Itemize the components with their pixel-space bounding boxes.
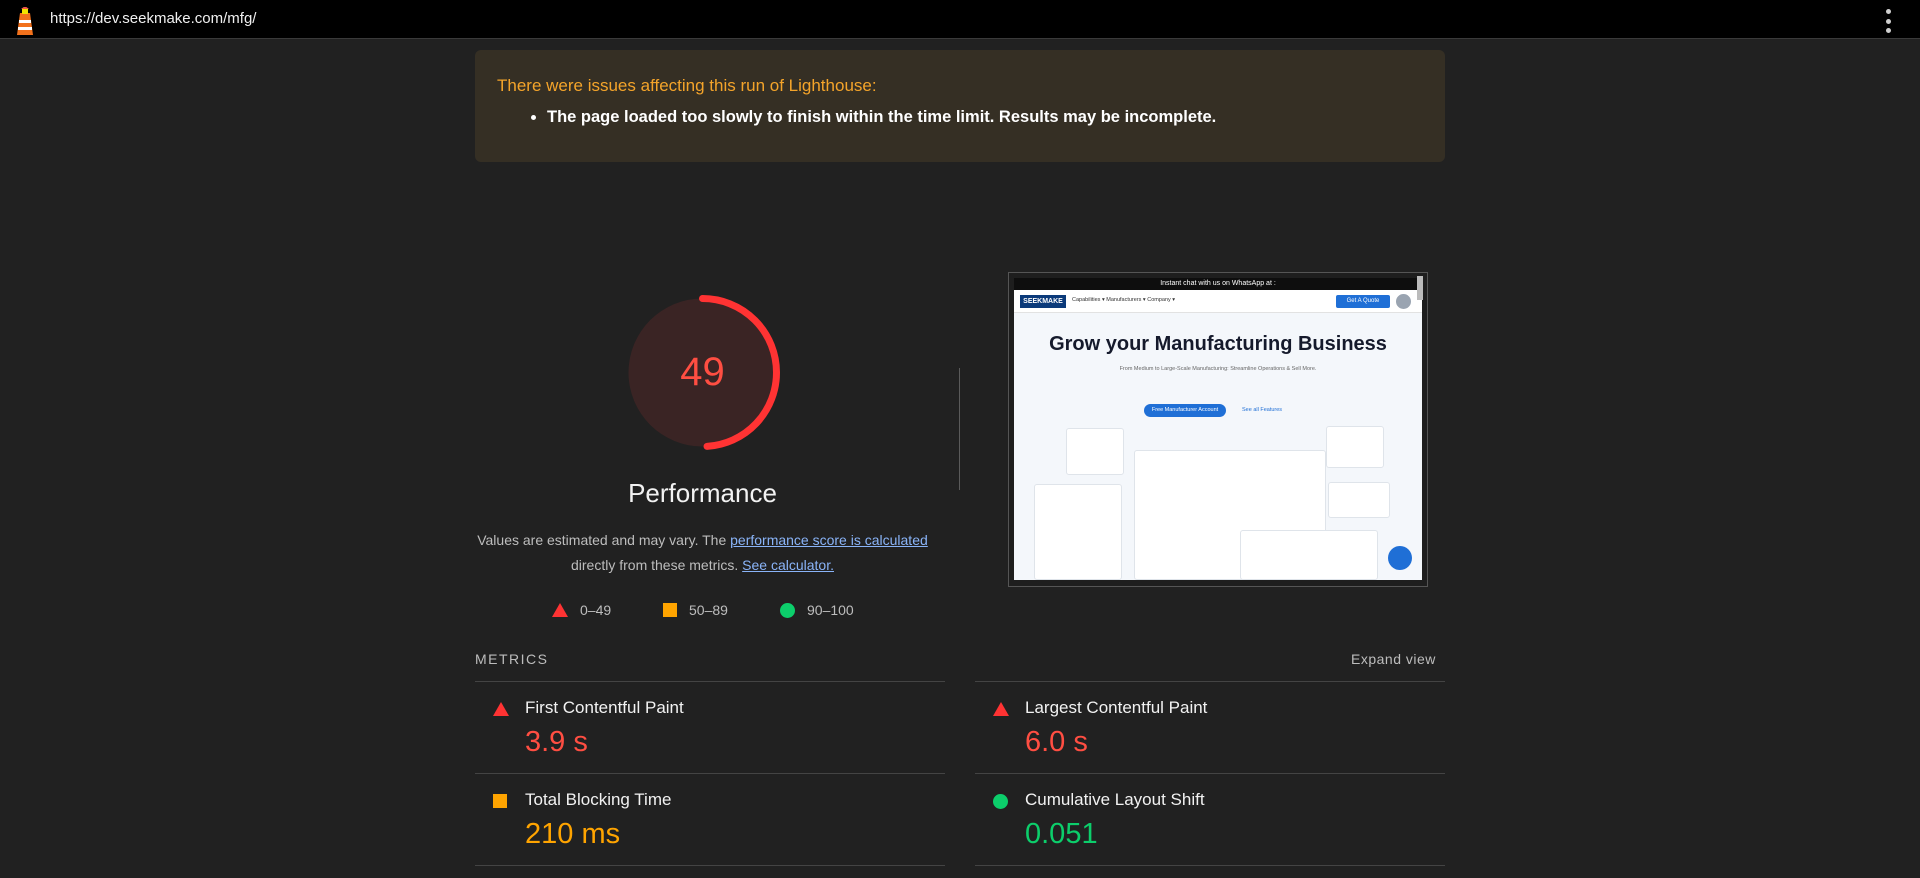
vertical-divider (959, 368, 960, 490)
top-bar: https://dev.seekmake.com/mfg/ (0, 0, 1920, 39)
avatar-icon (1396, 294, 1411, 309)
final-screenshot[interactable]: Instant chat with us on WhatsApp at : SE… (1008, 272, 1428, 587)
screenshot-cta-button: Free Manufacturer Account (1144, 404, 1226, 417)
performance-score: 49 (680, 350, 725, 394)
screenshot-quote-button: Get A Quote (1336, 295, 1390, 308)
metric-largest-contentful-paint: Largest Contentful Paint 6.0 s (975, 681, 1445, 773)
expand-view-button[interactable]: Expand view (1351, 651, 1436, 667)
legend-label: 90–100 (807, 602, 854, 618)
screenshot-card (1240, 530, 1378, 580)
screenshot-link: See all Features (1242, 407, 1283, 413)
score-calculated-link[interactable]: performance score is calculated (730, 532, 928, 548)
screenshot-card (1326, 426, 1384, 468)
screenshot-banner: Instant chat with us on WhatsApp at : (1014, 278, 1422, 290)
fail-triangle-icon (493, 702, 509, 716)
performance-description: Values are estimated and may vary. The p… (475, 528, 930, 578)
fail-triangle-icon (993, 702, 1009, 716)
screenshot-card (1034, 484, 1122, 580)
pass-circle-icon (780, 602, 795, 618)
seekmake-logo: SEEKMAKE (1020, 295, 1066, 308)
warning-title: There were issues affecting this run of … (497, 76, 877, 95)
metric-name: Total Blocking Time (525, 790, 672, 809)
metric-value: 210 ms (525, 818, 621, 850)
more-menu-icon[interactable] (1880, 9, 1896, 33)
metric-total-blocking-time: Total Blocking Time 210 ms (475, 773, 945, 865)
performance-title: Performance (628, 478, 777, 508)
screenshot-subline: From Medium to Large-Scale Manufacturing… (1119, 366, 1317, 372)
metric-value: 6.0 s (1025, 726, 1088, 758)
metric-name: Largest Contentful Paint (1025, 698, 1208, 717)
metrics-heading: METRICS (475, 651, 549, 667)
fail-triangle-icon (552, 603, 568, 617)
legend-pass: 90–100 (780, 600, 854, 620)
legend-label: 50–89 (689, 602, 728, 618)
average-square-icon (663, 603, 677, 617)
screenshot-scrollbar (1417, 276, 1423, 300)
legend-average: 50–89 (663, 600, 728, 620)
average-square-icon (493, 794, 507, 808)
url-text: https://dev.seekmake.com/mfg/ (50, 10, 257, 27)
warning-list: The page loaded too slowly to finish wit… (497, 108, 1423, 127)
metric-value: 3.9 s (525, 726, 588, 758)
warning-item: The page loaded too slowly to finish wit… (547, 108, 1423, 127)
screenshot-headline: Grow your Manufacturing Business (1049, 333, 1387, 355)
metric-name: First Contentful Paint (525, 698, 684, 717)
metric-name: Cumulative Layout Shift (1025, 790, 1205, 809)
description-text-2: directly from these metrics. (571, 557, 743, 573)
screenshot-menu: Capabilities ▾ Manufacturers ▾ Company ▾ (1072, 297, 1176, 303)
see-calculator-link[interactable]: See calculator. (742, 557, 834, 573)
screenshot-content: Instant chat with us on WhatsApp at : SE… (1014, 278, 1422, 580)
metrics-divider (975, 865, 1445, 866)
screenshot-navbar: SEEKMAKE Capabilities ▾ Manufacturers ▾ … (1014, 290, 1422, 313)
screenshot-card (1328, 482, 1390, 518)
chat-bubble-icon (1388, 546, 1412, 570)
performance-gauge[interactable]: 49 (625, 295, 780, 450)
legend-fail: 0–49 (552, 600, 611, 620)
screenshot-card (1066, 428, 1124, 475)
pass-circle-icon (993, 794, 1008, 809)
legend-label: 0–49 (580, 602, 612, 618)
lighthouse-logo-icon (17, 7, 33, 35)
metric-first-contentful-paint: First Contentful Paint 3.9 s (475, 681, 945, 773)
description-text: Values are estimated and may vary. The (477, 532, 731, 548)
metric-value: 0.051 (1025, 818, 1098, 850)
metrics-divider (475, 865, 945, 866)
warnings-box: There were issues affecting this run of … (475, 50, 1445, 162)
metric-cumulative-layout-shift: Cumulative Layout Shift 0.051 (975, 773, 1445, 865)
